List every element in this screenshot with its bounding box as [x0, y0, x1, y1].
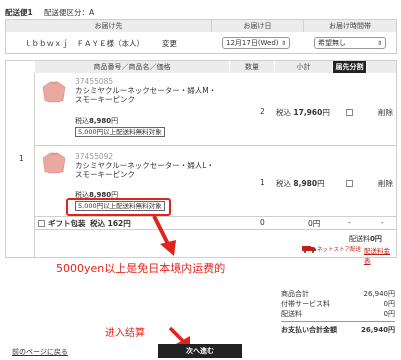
divider [35, 216, 396, 217]
item-qty[interactable]: 1 [260, 178, 265, 187]
proceed-annotation: 进入结算 [105, 328, 145, 339]
gift-split-dash: - [348, 218, 351, 227]
next-button[interactable]: 次へ進む [158, 344, 242, 358]
divider [281, 321, 395, 322]
sweater-image[interactable] [42, 81, 66, 103]
order-summary: 商品合計 26,940円 付帯サービス料 0円 配送料 0円 お支払い合計金額 … [281, 289, 395, 335]
delivery-category: 配送便区分：A [44, 8, 95, 17]
delete-header [367, 61, 396, 73]
items-table: 商品番号／商品名／価格 数量 小計 届先分割 1 37455085 カシミヤクル… [5, 60, 397, 265]
summary-row: 商品合計 26,940円 [281, 289, 395, 299]
qty-header: 数量 [230, 61, 274, 73]
shipping-table: お届け先 お届け日 お届け時間帯 ｌｂｂｗｘｊ ＦＡＹＥ様（本人） 変更 12月… [5, 19, 397, 54]
split-header: 届先分割 [333, 61, 366, 73]
gift-price: 税込 162円 [90, 219, 131, 228]
subtotal-prefix: 税込 [276, 108, 291, 117]
item-subtotal: 税込 8,980円 [276, 178, 325, 189]
total-value: 26,940円 [360, 326, 395, 334]
subtotal-value: 8,980 [293, 179, 318, 188]
gift-subtotal: 0円 [308, 219, 321, 228]
subtotal-value: 17,960 [293, 108, 323, 117]
split-checkbox[interactable] [346, 180, 353, 187]
free-shipping-annotation: 5000yen以上是免日本境内运费的 [56, 262, 226, 275]
summary-value: 26,940円 [363, 290, 396, 298]
summary-row: 配送料 0円 [281, 309, 395, 319]
change-link[interactable]: 変更 [162, 38, 177, 49]
delivery-time-value: 希望無し [318, 39, 346, 47]
gift-label: ギフト包装 [48, 219, 86, 228]
free-shipping-note: 5,000円以上配送料無料対象 [75, 127, 165, 137]
subtotal-unit: 円 [317, 179, 325, 188]
sweater-image[interactable] [42, 152, 66, 174]
delete-link[interactable]: 削除 [378, 107, 393, 118]
shipping-fee-value: 0円 [370, 235, 382, 243]
item-qty[interactable]: 2 [260, 107, 265, 116]
gift-delete-dash: - [381, 218, 384, 227]
date-header: お届け日 [212, 20, 304, 32]
divider [35, 145, 396, 146]
price-unit: 円 [111, 117, 119, 125]
subtotal-header: 小計 [275, 61, 332, 73]
price-label: 税込 [75, 117, 89, 125]
delivery-title: 配送便1 [5, 8, 33, 17]
row-number: 1 [19, 154, 24, 163]
divider [35, 229, 396, 230]
delete-link[interactable]: 削除 [378, 178, 393, 189]
select-arrows-icon: ⇕ [376, 40, 382, 47]
destination-header: お届け先 [6, 20, 212, 32]
shipping-fee-table-link[interactable]: 配送料金表 [364, 245, 396, 265]
item-sku: 37455085 [75, 77, 114, 86]
delivery-date-select[interactable]: 12月17日(Wed) ⇕ [222, 37, 290, 49]
shipping-fee: 配送料0円 [349, 234, 382, 244]
recipient-name: ｌｂｂｗｘｊ ＦＡＹＥ様（本人） [24, 39, 144, 48]
summary-total-row: お支払い合計金額 26,940円 [281, 324, 395, 335]
store-delivery-text: ネットストア配送 [317, 247, 362, 253]
back-link[interactable]: 前のページに戻る [12, 347, 68, 357]
delivery-time-select[interactable]: 希望無し ⇕ [314, 37, 386, 49]
gift-qty: 0 [260, 218, 265, 227]
item-name[interactable]: カシミヤクルーネックセーター・婦人L・スモーキーピンク [75, 161, 220, 179]
summary-value: 0円 [383, 300, 395, 308]
summary-label: 商品合計 [281, 290, 309, 298]
subtotal-unit: 円 [322, 108, 330, 117]
item-sku: 37455092 [75, 152, 114, 161]
select-arrows-icon: ⇕ [280, 40, 286, 47]
price-value: 8,980 [89, 117, 112, 125]
truck-icon [302, 246, 316, 253]
summary-value: 0円 [383, 310, 395, 318]
summary-label: 付帯サービス料 [281, 300, 330, 308]
product-header: 商品番号／商品名／価格 [35, 61, 229, 73]
split-checkbox[interactable] [346, 109, 353, 116]
item-name[interactable]: カシミヤクルーネックセーター・婦人M・スモーキーピンク [75, 86, 220, 104]
time-header: お届け時間帯 [304, 20, 396, 32]
summary-row: 付帯サービス料 0円 [281, 299, 395, 309]
summary-label: 配送料 [281, 310, 302, 318]
subtotal-prefix: 税込 [276, 179, 291, 188]
gift-checkbox[interactable] [38, 220, 45, 227]
delivery-date-value: 12月17日(Wed) [226, 39, 279, 47]
item-price: 税込8,980円 [75, 116, 118, 126]
free-shipping-text: 5,000円以上配送料無料対象 [75, 127, 165, 137]
shipping-fee-label: 配送料 [349, 235, 370, 243]
item-subtotal: 税込 17,960円 [276, 107, 330, 118]
annotation-arrow-icon [152, 215, 176, 256]
total-label: お支払い合計金額 [281, 326, 337, 334]
